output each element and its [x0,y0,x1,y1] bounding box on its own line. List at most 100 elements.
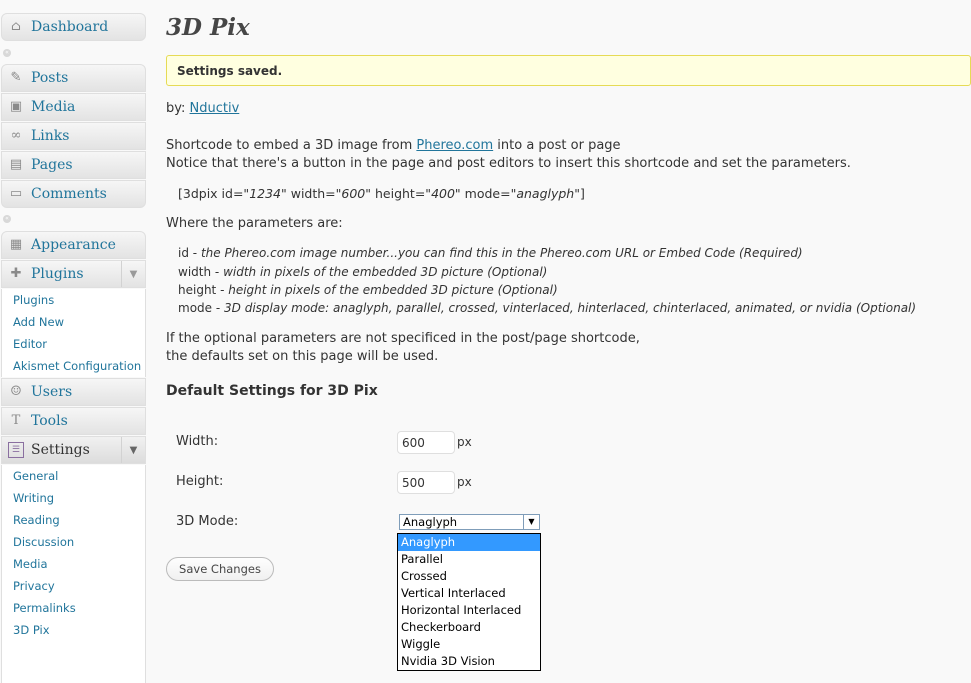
shortcode-part: [3dpix id=" [178,186,250,201]
description-line: Shortcode to embed a 3D image from Phere… [166,138,621,153]
shortcode-example: [3dpix id="1234" width="600" height="400… [178,186,585,201]
3d-mode-select[interactable]: Anaglyph ▼ [399,514,540,530]
menu-appearance[interactable]: ▦ Appearance [1,231,146,259]
menu-dashboard-label: Dashboard [31,19,109,35]
optional-note-line1: If the optional parameters are not speci… [166,331,640,346]
menu-comments[interactable]: ▭ Comments [1,180,146,208]
dropdown-arrow-icon[interactable]: ▼ [523,515,539,529]
3d-mode-label: 3D Mode: [176,514,239,529]
option-wiggle[interactable]: Wiggle [398,636,540,653]
param-width: width - width in pixels of the embedded … [178,265,547,279]
menu-links-label: Links [31,128,70,144]
param-description: the Phereo.com image number...you can fi… [200,246,803,260]
admin-sidebar: ⌂ Dashboard « ✎ Posts ▣ Media ∞ Links ▤ … [0,0,146,683]
notice-text: Settings saved. [177,64,283,78]
menu-users-label: Users [31,384,73,400]
menu-separator[interactable]: « [1,215,146,223]
menu-toggle-arrow-icon[interactable]: ▼ [121,437,145,463]
optional-note-line2: the defaults set on this page will be us… [166,349,439,364]
settings-saved-notice: Settings saved. [166,55,971,86]
plugins-submenu: Plugins Add New Editor Akismet Configura… [1,289,146,377]
menu-links[interactable]: ∞ Links [1,122,146,150]
settings-submenu: General Writing Reading Discussion Media… [1,465,146,683]
save-changes-button[interactable]: Save Changes [166,557,274,581]
menu-appearance-label: Appearance [31,237,116,253]
plugin-author-line: by: Nductiv [166,101,239,116]
option-vertical-interlaced[interactable]: Vertical Interlaced [398,585,540,602]
menu-tools[interactable]: T Tools [1,407,146,435]
param-height: height - height in pixels of the embedde… [178,283,558,297]
menu-users[interactable]: ☺ Users [1,378,146,406]
option-horizontal-interlaced[interactable]: Horizontal Interlaced [398,602,540,619]
description-prefix: Shortcode to embed a 3D image from [166,138,413,153]
menu-plugins[interactable]: ✚ Plugins ▼ [1,260,146,288]
menu-tools-label: Tools [31,413,68,429]
submenu-3d-pix[interactable]: 3D Pix [2,619,145,641]
submenu-discussion[interactable]: Discussion [2,531,145,553]
submenu-akismet-configuration[interactable]: Akismet Configuration [2,355,145,377]
tools-icon: T [11,413,21,428]
menu-comments-label: Comments [31,186,107,202]
media-icon: ▣ [9,99,23,114]
phereo-link[interactable]: Phereo.com [416,138,493,153]
param-id: id - the Phereo.com image number...you c… [178,246,803,260]
width-unit: px [457,435,472,449]
menu-posts-label: Posts [31,70,69,86]
3d-mode-selected-value: Anaglyph [403,515,458,529]
dashboard-icon: ⌂ [11,19,21,34]
param-description: width in pixels of the embedded 3D pictu… [223,265,548,279]
collapse-arrow-icon: « [3,215,11,223]
plugin-icon: ✚ [10,266,22,281]
param-description: height in pixels of the embedded 3D pict… [228,283,558,297]
menu-pages-label: Pages [31,157,73,173]
shortcode-part: " width=" [281,186,342,201]
shortcode-id-value: 1234 [249,186,281,201]
option-checkerboard[interactable]: Checkerboard [398,619,540,636]
height-unit: px [457,475,472,489]
submenu-writing[interactable]: Writing [2,487,145,509]
menu-separator[interactable]: « [1,49,146,57]
submenu-privacy[interactable]: Privacy [2,575,145,597]
pages-icon: ▤ [9,157,23,172]
option-crossed[interactable]: Crossed [398,568,540,585]
comment-icon: ▭ [9,186,23,201]
submenu-add-new[interactable]: Add New [2,311,145,333]
menu-dashboard[interactable]: ⌂ Dashboard [1,13,146,41]
option-parallel[interactable]: Parallel [398,551,540,568]
settings-icon: ☰ [8,442,24,458]
submenu-permalinks[interactable]: Permalinks [2,597,145,619]
param-name: mode - [178,301,221,315]
submenu-general[interactable]: General [2,465,145,487]
height-label: Height: [176,474,224,489]
option-nvidia-3d-vision[interactable]: Nvidia 3D Vision [398,653,540,670]
menu-media-label: Media [31,99,76,115]
shortcode-width-value: 600 [341,186,366,201]
param-mode: mode - 3D display mode: anaglyph, parall… [178,301,916,315]
submenu-media[interactable]: Media [2,553,145,575]
3d-mode-options-list: Anaglyph Parallel Crossed Vertical Inter… [397,533,541,671]
param-description: 3D display mode: anaglyph, parallel, cro… [224,301,917,315]
param-name: id - [178,246,198,260]
author-link[interactable]: Nductiv [190,101,240,116]
section-title: Default Settings for 3D Pix [166,383,378,399]
menu-posts[interactable]: ✎ Posts [1,64,146,92]
menu-toggle-arrow-icon[interactable]: ▼ [121,261,145,287]
menu-pages[interactable]: ▤ Pages [1,151,146,179]
parameters-intro: Where the parameters are: [166,216,343,231]
shortcode-part: " mode=" [454,186,517,201]
link-icon: ∞ [10,128,22,143]
width-input[interactable] [397,431,455,454]
submenu-plugins[interactable]: Plugins [2,289,145,311]
menu-media[interactable]: ▣ Media [1,93,146,121]
users-icon: ☺ [10,384,22,399]
height-input[interactable] [397,471,455,494]
menu-settings[interactable]: ☰ Settings ▼ [1,436,146,464]
submenu-reading[interactable]: Reading [2,509,145,531]
submenu-editor[interactable]: Editor [2,333,145,355]
description-suffix: into a post or page [497,138,621,153]
option-anaglyph[interactable]: Anaglyph [398,534,540,551]
menu-plugins-label: Plugins [31,266,84,282]
by-label: by: [166,101,186,116]
appearance-icon: ▦ [9,237,23,252]
param-name: width - [178,265,220,279]
